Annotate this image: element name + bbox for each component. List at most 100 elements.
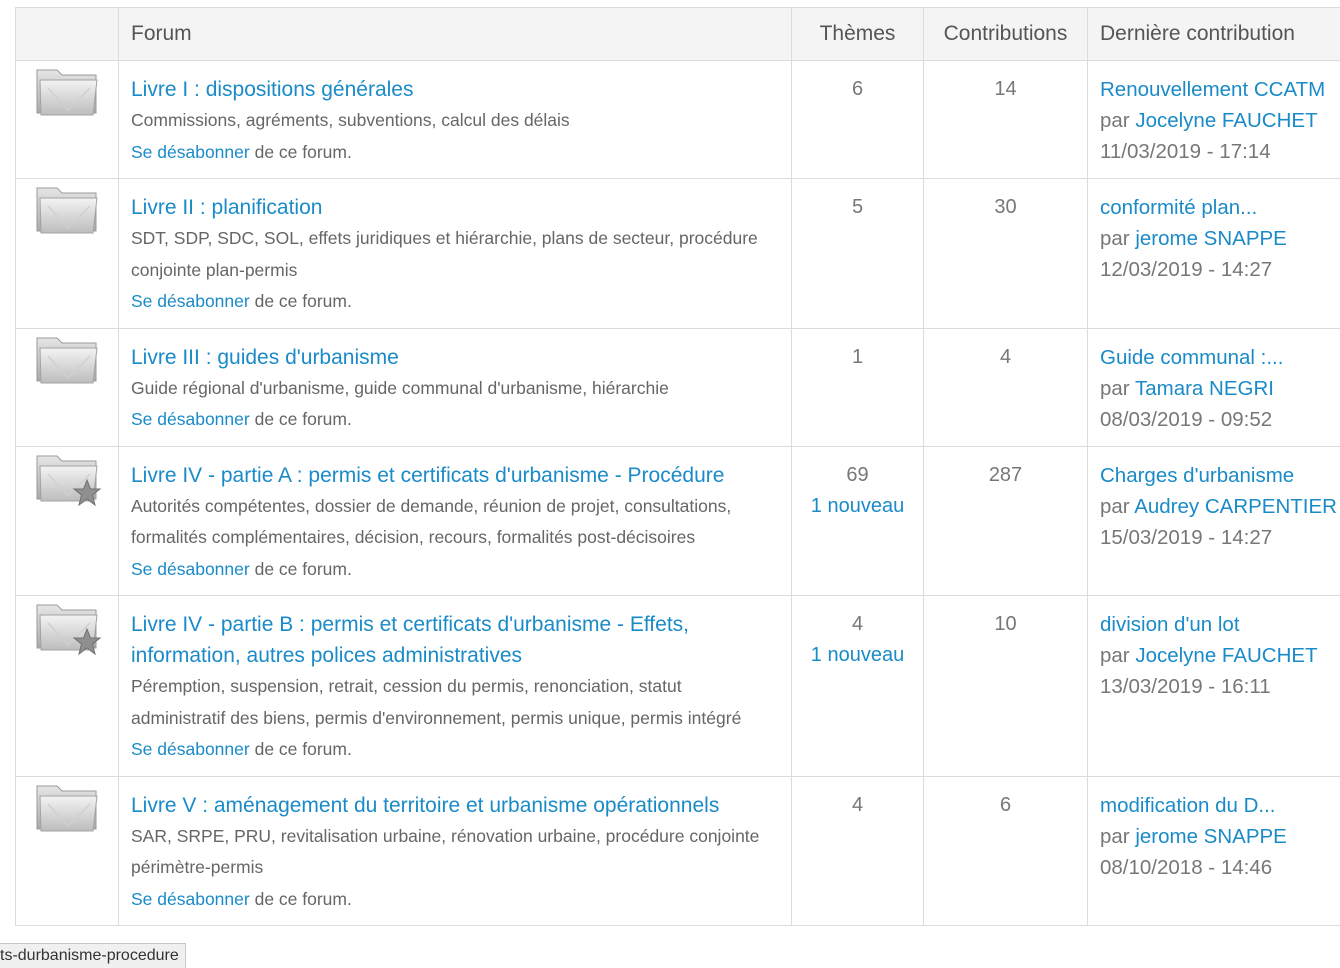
themes-cell: 1	[791, 327, 924, 447]
forum-table: Forum Thèmes Contributions Dernière cont…	[15, 7, 1340, 926]
forum-info-cell: Livre III : guides d'urbanisme Guide rég…	[118, 327, 792, 447]
new-topics-link[interactable]: 1 nouveau	[793, 640, 922, 671]
forum-description: SAR, SRPE, PRU, revitalisation urbaine, …	[131, 825, 760, 878]
forum-description: Commissions, agréments, subventions, cal…	[131, 110, 570, 130]
new-topics-link[interactable]: 1 nouveau	[793, 491, 922, 522]
header-last-contribution: Dernière contribution	[1087, 7, 1340, 61]
contributions-cell: 6	[923, 775, 1088, 926]
last-contribution-date: 13/03/2019 - 16:11	[1100, 675, 1271, 698]
header-icon-column	[15, 7, 119, 61]
unsubscribe-link[interactable]: Se désabonner	[131, 739, 250, 759]
forum-row-2: Livre II : planification SDT, SDP, SDC, …	[15, 178, 1340, 329]
last-contribution-author-line: par Audrey CARPENTIER	[1100, 491, 1340, 522]
unsubscribe-line: Se désabonner de ce forum.	[131, 286, 779, 318]
last-contribution-cell: Charges d'urbanisme par Audrey CARPENTIE…	[1087, 445, 1340, 596]
unsubscribe-line: Se désabonner de ce forum.	[131, 404, 779, 436]
author-link[interactable]: Tamara NEGRI	[1135, 377, 1274, 400]
forum-title-link[interactable]: Livre IV - partie B : permis et certific…	[131, 609, 779, 671]
themes-cell: 4 1 nouveau	[791, 595, 924, 777]
unsubscribe-line: Se désabonner de ce forum.	[131, 734, 779, 766]
forum-row-6: Livre V : aménagement du territoire et u…	[15, 775, 1340, 926]
last-contribution-cell: conformité plan... par jerome SNAPPE 12/…	[1087, 178, 1340, 329]
forum-title-link[interactable]: Livre II : planification	[131, 192, 779, 223]
forum-row-3: Livre III : guides d'urbanisme Guide rég…	[15, 327, 1340, 447]
forum-title-link[interactable]: Livre V : aménagement du territoire et u…	[131, 790, 779, 821]
by-label: par	[1100, 644, 1136, 667]
contributions-cell: 30	[923, 178, 1088, 329]
last-contribution-date: 08/03/2019 - 09:52	[1100, 407, 1273, 431]
unsubscribe-line: Se désabonner de ce forum.	[131, 137, 779, 169]
last-contribution-link[interactable]: Renouvellement CCATM	[1100, 74, 1340, 105]
forum-icon-cell	[15, 595, 119, 777]
author-link[interactable]: Jocelyne FAUCHET	[1135, 644, 1317, 667]
by-label: par	[1100, 824, 1136, 848]
last-contribution-cell: Renouvellement CCATM par Jocelyne FAUCHE…	[1087, 60, 1340, 179]
last-contribution-link[interactable]: conformité plan...	[1100, 192, 1340, 223]
last-contribution-link[interactable]: division d'un lot	[1100, 609, 1340, 640]
unsubscribe-link[interactable]: Se désabonner	[131, 889, 250, 909]
unsubscribe-suffix: de ce forum.	[249, 888, 352, 909]
forum-row-1: Livre I : dispositions générales Commiss…	[15, 60, 1340, 179]
contributions-count: 30	[994, 196, 1017, 218]
forum-description: Guide régional d'urbanisme, guide commun…	[131, 377, 669, 398]
themes-count: 4	[851, 793, 864, 816]
forum-icon-cell	[15, 445, 119, 596]
forum-info-cell: Livre IV - partie B : permis et certific…	[118, 595, 792, 777]
forum-title-link[interactable]: Livre IV - partie A : permis et certific…	[131, 460, 779, 491]
last-contribution-cell: division d'un lot par Jocelyne FAUCHET 1…	[1087, 595, 1340, 777]
unsubscribe-link[interactable]: Se désabonner	[131, 142, 250, 162]
author-link[interactable]: Audrey CARPENTIER	[1134, 495, 1337, 518]
last-contribution-link[interactable]: Guide communal :...	[1100, 342, 1340, 373]
unsubscribe-link[interactable]: Se désabonner	[131, 559, 250, 579]
unsubscribe-line: Se désabonner de ce forum.	[131, 554, 779, 586]
author-link[interactable]: jerome SNAPPE	[1135, 825, 1287, 848]
last-contribution-date: 12/03/2019 - 14:27	[1100, 258, 1273, 281]
by-label: par	[1100, 227, 1136, 250]
header-themes: Thèmes	[791, 7, 924, 61]
forum-title-link[interactable]: Livre III : guides d'urbanisme	[131, 342, 779, 373]
contributions-count: 6	[999, 793, 1012, 816]
folder-star-icon	[34, 448, 102, 506]
last-contribution-date: 08/10/2018 - 14:46	[1100, 855, 1273, 879]
unsubscribe-suffix: de ce forum.	[249, 739, 352, 759]
header-contributions: Contributions	[923, 7, 1088, 61]
contributions-cell: 10	[923, 595, 1088, 777]
contributions-cell: 4	[923, 327, 1088, 447]
forum-description: Péremption, suspension, retrait, cession…	[131, 676, 742, 728]
forum-page: Forum Thèmes Contributions Dernière cont…	[0, 0, 1340, 968]
last-contribution-cell: modification du D... par jerome SNAPPE 0…	[1087, 775, 1340, 926]
forum-rows: Livre I : dispositions générales Commiss…	[15, 60, 1340, 926]
table-header-row: Forum Thèmes Contributions Dernière cont…	[15, 7, 1340, 61]
last-contribution-author-line: par Jocelyne FAUCHET	[1100, 640, 1340, 671]
last-contribution-date: 15/03/2019 - 14:27	[1100, 525, 1273, 549]
forum-title-link[interactable]: Livre I : dispositions générales	[131, 74, 779, 105]
contributions-count: 14	[994, 78, 1017, 100]
last-contribution-author-line: par Tamara NEGRI	[1100, 373, 1340, 404]
folder-star-icon	[34, 597, 102, 656]
contributions-cell: 14	[923, 60, 1088, 179]
author-link[interactable]: Jocelyne FAUCHET	[1135, 109, 1317, 132]
author-link[interactable]: jerome SNAPPE	[1135, 227, 1287, 250]
by-label: par	[1100, 494, 1135, 518]
themes-count: 4	[851, 613, 864, 635]
unsubscribe-link[interactable]: Se désabonner	[131, 409, 250, 429]
last-contribution-link[interactable]: modification du D...	[1100, 790, 1340, 821]
last-contribution-link[interactable]: Charges d'urbanisme	[1100, 460, 1340, 491]
folder-icon	[34, 180, 100, 236]
forum-info-cell: Livre I : dispositions générales Commiss…	[118, 60, 792, 179]
last-contribution-author-line: par jerome SNAPPE	[1100, 223, 1340, 254]
forum-icon-cell	[15, 775, 119, 926]
forum-row-5: Livre IV - partie B : permis et certific…	[15, 595, 1340, 777]
last-contribution-author-line: par Jocelyne FAUCHET	[1100, 105, 1340, 136]
forum-icon-cell	[15, 327, 119, 447]
header-forum: Forum	[118, 7, 792, 61]
forum-info-cell: Livre IV - partie A : permis et certific…	[118, 445, 792, 596]
themes-cell: 69 1 nouveau	[791, 445, 924, 596]
themes-count: 1	[851, 345, 864, 368]
contributions-count: 10	[994, 613, 1017, 635]
forum-description: SDT, SDP, SDC, SOL, effets juridiques et…	[131, 228, 758, 280]
unsubscribe-link[interactable]: Se désabonner	[131, 291, 250, 311]
by-label: par	[1100, 109, 1136, 132]
unsubscribe-suffix: de ce forum.	[249, 558, 352, 579]
by-label: par	[1100, 376, 1135, 400]
